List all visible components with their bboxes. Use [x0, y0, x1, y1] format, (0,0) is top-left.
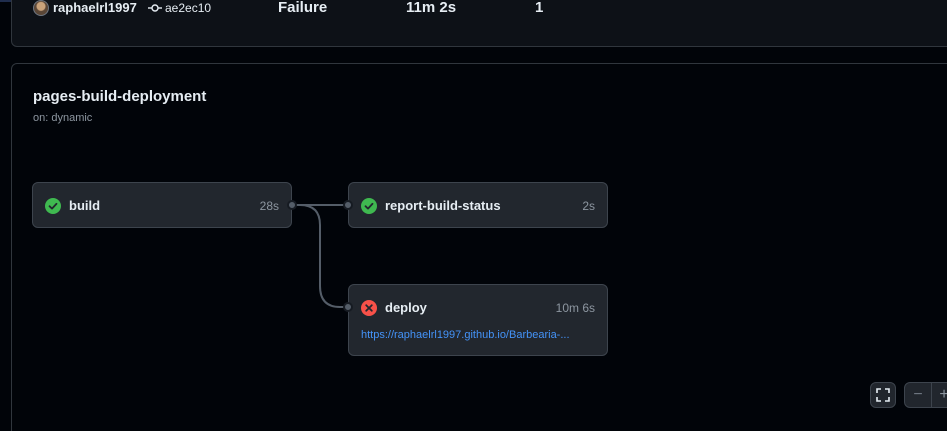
run-duration: 11m 2s [406, 0, 457, 16]
check-circle-icon [45, 198, 61, 214]
git-commit-icon [148, 4, 162, 12]
job-deploy[interactable]: deploy 10m 6s https://raphaelrl1997.gith… [348, 284, 608, 356]
job-name: deploy [385, 300, 427, 315]
deployment-url-link[interactable]: https://raphaelrl1997.github.io/Barbeari… [361, 329, 593, 341]
zoom-in-button[interactable]: + [932, 383, 947, 407]
job-duration: 28s [259, 199, 279, 213]
job-name: build [69, 198, 101, 213]
zoom-out-button[interactable]: − [905, 383, 931, 407]
avatar[interactable] [33, 0, 49, 16]
report-input-port [343, 200, 353, 210]
commit-sha-link[interactable]: ae2ec10 [165, 1, 211, 15]
job-name: report-build-status [385, 198, 501, 213]
fullscreen-button[interactable] [870, 382, 896, 408]
job-build[interactable]: build 28s [32, 182, 292, 228]
run-status: Failure [278, 0, 328, 16]
workflow-trigger: on: dynamic [33, 112, 93, 124]
artifacts-count[interactable]: 1 [535, 0, 543, 16]
job-duration: 2s [582, 199, 595, 213]
build-output-port [287, 200, 297, 210]
check-circle-icon [361, 198, 377, 214]
zoom-controls: − + [904, 382, 947, 408]
job-report-build-status[interactable]: report-build-status 2s [348, 182, 608, 228]
x-circle-icon [361, 300, 377, 316]
fullscreen-icon [876, 388, 890, 402]
workflow-title: pages-build-deployment [33, 88, 207, 105]
job-duration: 10m 6s [555, 301, 595, 315]
deploy-input-port [343, 302, 353, 312]
run-summary-card: raphaelrl1997 ae2ec10 Failure 11m 2s 1 [11, 0, 947, 47]
actor-name[interactable]: raphaelrl1997 [53, 0, 137, 15]
workflow-run-page: raphaelrl1997 ae2ec10 Failure 11m 2s 1 p… [0, 0, 947, 431]
workflow-graph-card: pages-build-deployment on: dynamic [11, 63, 947, 431]
